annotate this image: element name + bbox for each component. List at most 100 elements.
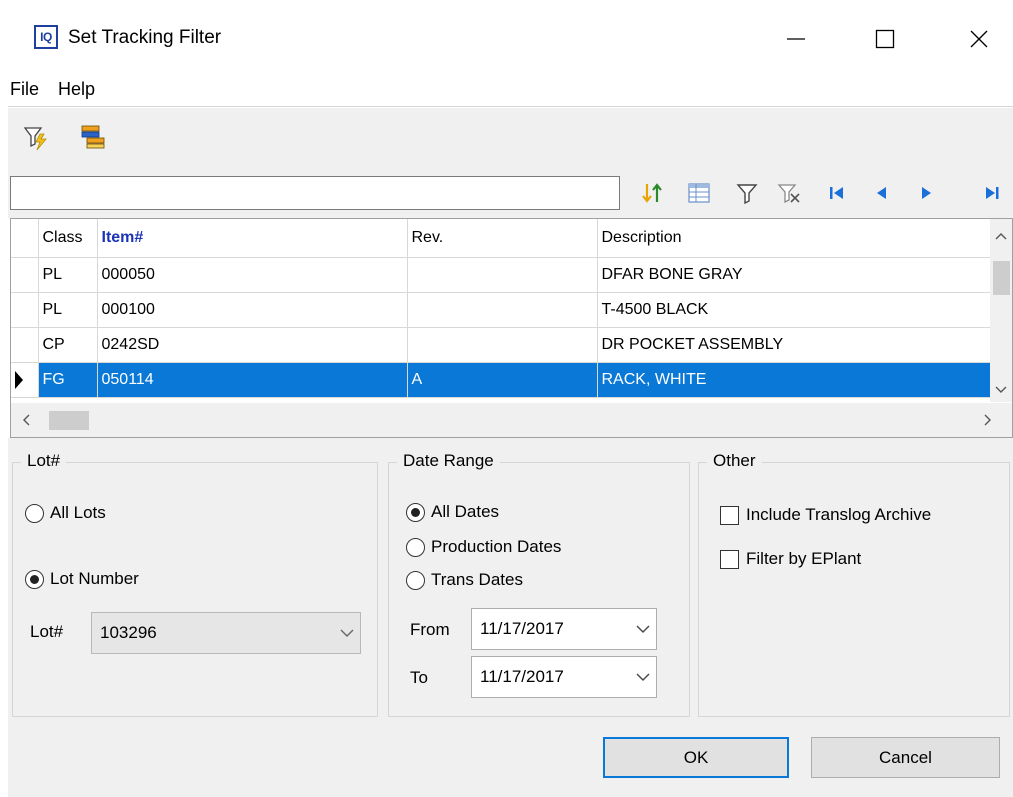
cell-description[interactable]: T-4500 BLACK <box>597 292 992 328</box>
column-header-description[interactable]: Description <box>597 219 992 258</box>
menu-file[interactable]: File <box>10 79 39 100</box>
next-record-icon[interactable] <box>910 176 944 210</box>
horizontal-scroll-thumb[interactable] <box>49 411 89 430</box>
all-dates-label: All Dates <box>431 502 500 521</box>
cell-class[interactable]: PL <box>38 292 98 328</box>
row-indicator <box>11 257 39 293</box>
chevron-down-icon <box>340 623 354 643</box>
filter-icon[interactable] <box>730 176 764 210</box>
cell-rev[interactable] <box>407 327 598 363</box>
navigation-bar <box>8 170 1013 218</box>
lightning-filter-icon[interactable] <box>22 122 52 152</box>
row-indicator-header <box>11 219 39 258</box>
last-record-icon[interactable] <box>980 176 1004 210</box>
table-row[interactable]: PL 000100 T-4500 BLACK <box>11 292 992 328</box>
cell-item[interactable]: 050114 <box>97 362 408 398</box>
radio-unchecked-icon <box>406 570 425 590</box>
trans-dates-label: Trans Dates <box>431 570 523 589</box>
production-dates-radio[interactable]: Production Dates <box>406 537 561 557</box>
production-dates-label: Production Dates <box>431 537 562 556</box>
cancel-button[interactable]: Cancel <box>811 737 1000 778</box>
maximize-button[interactable] <box>862 20 908 58</box>
filter-eplant-checkbox[interactable]: Filter by EPlant <box>720 549 861 569</box>
radio-checked-icon <box>406 502 425 522</box>
chevron-down-icon <box>636 667 650 687</box>
scroll-up-icon[interactable] <box>994 229 1008 243</box>
table-row-selected[interactable]: FG 050114 A RACK, WHITE <box>11 362 992 398</box>
column-header-class[interactable]: Class <box>38 219 98 258</box>
item-table: Class Item# Rev. Description PL 000050 D… <box>11 219 992 398</box>
lot-number-value: 103296 <box>100 623 157 642</box>
maximize-icon <box>875 29 895 49</box>
cell-class[interactable]: PL <box>38 257 98 293</box>
lot-number-radio[interactable]: Lot Number <box>25 569 139 589</box>
item-grid[interactable]: Class Item# Rev. Description PL 000050 D… <box>10 218 1013 438</box>
checkbox-unchecked-icon <box>720 505 739 525</box>
cell-rev[interactable] <box>407 292 598 328</box>
to-label: To <box>410 668 428 687</box>
from-date-picker[interactable]: 11/17/2017 <box>471 608 657 650</box>
to-date-picker[interactable]: 11/17/2017 <box>471 656 657 698</box>
current-row-pointer-icon <box>15 370 23 389</box>
lot-number-combo[interactable]: 103296 <box>91 612 361 654</box>
date-range-group: Date Range All Dates Production Dates Tr… <box>388 451 690 717</box>
include-translog-checkbox[interactable]: Include Translog Archive <box>720 505 931 525</box>
column-header-item[interactable]: Item# <box>97 219 408 258</box>
minimize-icon <box>787 38 805 40</box>
grid-icon[interactable] <box>682 176 716 210</box>
to-date-value: 11/17/2017 <box>480 667 564 686</box>
lot-group: Lot# All Lots Lot Number Lot# 103296 <box>12 451 378 717</box>
cell-description[interactable]: RACK, WHITE <box>597 362 992 398</box>
cell-class[interactable]: FG <box>38 362 98 398</box>
cell-rev[interactable] <box>407 257 598 293</box>
cell-item[interactable]: 000100 <box>97 292 408 328</box>
close-icon <box>970 30 988 48</box>
filter-eplant-label: Filter by EPlant <box>746 549 862 568</box>
scroll-left-icon[interactable] <box>19 413 33 427</box>
table-row[interactable]: PL 000050 DFAR BONE GRAY <box>11 257 992 293</box>
sort-icon[interactable] <box>635 176 669 210</box>
cell-class[interactable]: CP <box>38 327 98 363</box>
menu-help[interactable]: Help <box>58 79 95 100</box>
cell-description[interactable]: DR POCKET ASSEMBLY <box>597 327 992 363</box>
lot-group-title: Lot# <box>21 451 67 471</box>
clear-filter-icon[interactable] <box>772 176 806 210</box>
window-title: Set Tracking Filter <box>68 27 222 48</box>
trans-dates-radio[interactable]: Trans Dates <box>406 570 523 590</box>
radio-unchecked-icon <box>25 503 44 523</box>
app-logo-icon: IQ <box>34 25 58 49</box>
report-icon[interactable] <box>78 122 108 152</box>
ok-button[interactable]: OK <box>603 737 789 778</box>
row-indicator <box>11 362 39 398</box>
filter-panel: Lot# All Lots Lot Number Lot# 103296 Dat… <box>8 438 1013 797</box>
all-lots-radio[interactable]: All Lots <box>25 503 106 523</box>
close-button[interactable] <box>956 20 1002 58</box>
cell-description[interactable]: DFAR BONE GRAY <box>597 257 992 293</box>
lot-number-label: Lot Number <box>50 569 139 588</box>
prior-record-icon[interactable] <box>864 176 898 210</box>
minimize-button[interactable] <box>773 20 819 58</box>
cell-item[interactable]: 0242SD <box>97 327 408 363</box>
table-row[interactable]: CP 0242SD DR POCKET ASSEMBLY <box>11 327 992 363</box>
horizontal-scrollbar[interactable] <box>11 403 1012 437</box>
cell-rev[interactable]: A <box>407 362 598 398</box>
menu-bar: File Help <box>0 75 1013 108</box>
toolbar <box>8 108 1013 170</box>
scroll-down-icon[interactable] <box>994 383 1008 397</box>
radio-checked-icon <box>25 569 44 589</box>
from-date-value: 11/17/2017 <box>480 619 564 638</box>
cell-item[interactable]: 000050 <box>97 257 408 293</box>
lot-field-label: Lot# <box>30 622 64 641</box>
grid-header-row: Class Item# Rev. Description <box>11 219 992 258</box>
row-indicator <box>11 292 39 328</box>
column-header-rev[interactable]: Rev. <box>407 219 598 258</box>
date-range-title: Date Range <box>397 451 500 471</box>
search-input[interactable] <box>10 176 620 210</box>
first-record-icon[interactable] <box>820 176 854 210</box>
vertical-scrollbar[interactable] <box>990 219 1012 402</box>
radio-unchecked-icon <box>406 537 425 557</box>
all-dates-radio[interactable]: All Dates <box>406 502 499 522</box>
vertical-scroll-thumb[interactable] <box>993 261 1010 295</box>
scroll-right-icon[interactable] <box>981 413 995 427</box>
row-indicator <box>11 327 39 363</box>
